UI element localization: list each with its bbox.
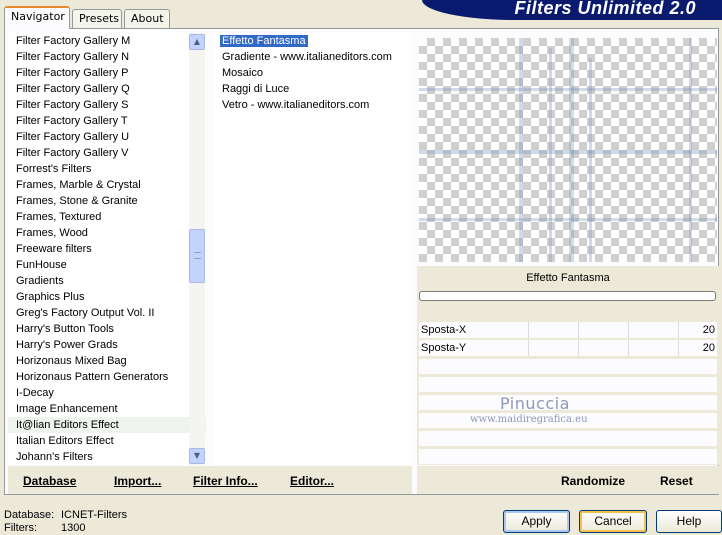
empty-param-row (419, 431, 717, 446)
ghost-stroke (519, 38, 523, 262)
scroll-down-button[interactable]: ▼ (189, 448, 205, 464)
help-button[interactable]: Help (656, 510, 722, 533)
tab-navigator[interactable]: Navigator (4, 6, 70, 29)
category-scrollbar[interactable]: ▲ ▼ (189, 33, 205, 465)
category-item[interactable]: Frames, Wood (8, 225, 206, 241)
empty-param-row (419, 377, 717, 392)
tab-about[interactable]: About (124, 9, 170, 28)
editor-button[interactable]: Editor... (290, 474, 334, 488)
category-item[interactable]: Frames, Stone & Granite (8, 193, 206, 209)
category-item[interactable]: Greg's Factory Output Vol. II (8, 305, 206, 321)
watermark-name: Pinuccia (500, 394, 570, 413)
cancel-button[interactable]: Cancel (579, 510, 647, 533)
category-item[interactable]: It@lian Editors Effect (8, 417, 206, 433)
ghost-stroke (549, 48, 552, 262)
filter-item[interactable]: Mosaico (214, 65, 412, 81)
ghost-stroke (419, 218, 717, 221)
database-label: Database: (4, 509, 55, 521)
slider-track[interactable] (479, 322, 687, 338)
category-item[interactable]: Harry's Button Tools (8, 321, 206, 337)
filters-label: Filters: (4, 522, 37, 534)
chevron-up-icon: ▲ (193, 37, 201, 46)
category-item[interactable]: Frames, Textured (8, 209, 206, 225)
effect-title: Effetto Fantasma (526, 272, 610, 284)
category-list-items: Filter Factory Gallery M Filter Factory G… (8, 33, 206, 465)
category-item[interactable]: Forrest's Filters (8, 161, 206, 177)
filter-item-label: Effetto Fantasma (220, 35, 308, 47)
filter-list[interactable]: Effetto Fantasma Gradiente - www.italiane… (214, 33, 412, 465)
category-item[interactable]: Italian Editors Effect (8, 433, 206, 449)
grip-icon (194, 252, 201, 259)
preview-image (419, 38, 717, 262)
banner-title: Filters Unlimited 2.0 (514, 0, 696, 18)
database-value: ICNET-Filters (61, 509, 127, 521)
filter-item-label: Mosaico (222, 67, 263, 79)
filter-item[interactable]: Gradiente - www.italianeditors.com (214, 49, 412, 65)
param-value: 20 (702, 324, 715, 336)
param-label: Sposta-X (421, 324, 467, 336)
randomize-button[interactable]: Randomize (561, 474, 625, 488)
category-item[interactable]: Horizonaus Pattern Generators (8, 369, 206, 385)
empty-param-row (419, 359, 717, 374)
category-item[interactable]: Filter Factory Gallery Q (8, 81, 206, 97)
category-item[interactable]: Filter Factory Gallery T (8, 113, 206, 129)
chevron-down-icon: ▼ (193, 451, 201, 460)
reset-button[interactable]: Reset (660, 474, 693, 488)
category-item[interactable]: I-Decay (8, 385, 206, 401)
param-row-sposta-y[interactable]: Sposta-Y 20 (419, 340, 717, 357)
category-item[interactable]: Filter Factory Gallery P (8, 65, 206, 81)
param-value: 20 (702, 342, 715, 354)
category-item[interactable]: Graphics Plus (8, 289, 206, 305)
category-item[interactable]: Filter Factory Gallery U (8, 129, 206, 145)
filter-info-button[interactable]: Filter Info... (193, 474, 258, 488)
category-item[interactable]: Filter Factory Gallery S (8, 97, 206, 113)
ghost-stroke (569, 38, 574, 262)
filter-item[interactable]: Effetto Fantasma (214, 33, 412, 49)
category-item[interactable]: Filter Factory Gallery N (8, 49, 206, 65)
slider-track[interactable] (479, 340, 687, 356)
status-area: Database: ICNET-Filters Filters: 1300 (4, 509, 127, 535)
category-item[interactable]: Freeware filters (8, 241, 206, 257)
ghost-stroke (689, 38, 692, 262)
category-item[interactable]: Filter Factory Gallery M (8, 33, 206, 49)
category-item[interactable]: Gradients (8, 273, 206, 289)
tab-presets[interactable]: Presets (72, 9, 122, 28)
category-item[interactable]: Frames, Marble & Crystal (8, 177, 206, 193)
param-row-sposta-x[interactable]: Sposta-X 20 (419, 322, 717, 339)
apply-button[interactable]: Apply (503, 510, 570, 533)
category-item[interactable]: Filter Factory Gallery V (8, 145, 206, 161)
ghost-stroke (419, 88, 717, 91)
category-item[interactable]: Image Enhancement (8, 401, 206, 417)
category-item[interactable]: Harry's Power Grads (8, 337, 206, 353)
database-button[interactable]: Database (23, 474, 76, 488)
filter-item-label: Gradiente - www.italianeditors.com (222, 51, 392, 63)
category-item[interactable]: Johann's Filters (8, 449, 206, 465)
progress-bar (419, 291, 716, 301)
filter-item[interactable]: Vetro - www.italianeditors.com (214, 97, 412, 113)
filter-item-label: Raggi di Luce (222, 83, 290, 95)
param-label: Sposta-Y (421, 342, 467, 354)
category-item[interactable]: Horizonaus Mixed Bag (8, 353, 206, 369)
empty-param-row (419, 449, 717, 464)
category-list[interactable]: Filter Factory Gallery M Filter Factory G… (8, 33, 206, 465)
ghost-stroke (419, 150, 717, 154)
filter-item-label: Vetro - www.italianeditors.com (222, 99, 370, 111)
filter-list-items: Effetto Fantasma Gradiente - www.italiane… (214, 33, 412, 113)
watermark-url: www.maidiregrafica.eu (470, 414, 588, 425)
scroll-up-button[interactable]: ▲ (189, 34, 205, 50)
filters-count: 1300 (61, 522, 86, 534)
app-banner: Filters Unlimited 2.0 (422, 0, 722, 20)
scroll-thumb[interactable] (189, 229, 205, 283)
import-button[interactable]: Import... (114, 474, 161, 488)
category-item[interactable]: FunHouse (8, 257, 206, 273)
filter-item[interactable]: Raggi di Luce (214, 81, 412, 97)
